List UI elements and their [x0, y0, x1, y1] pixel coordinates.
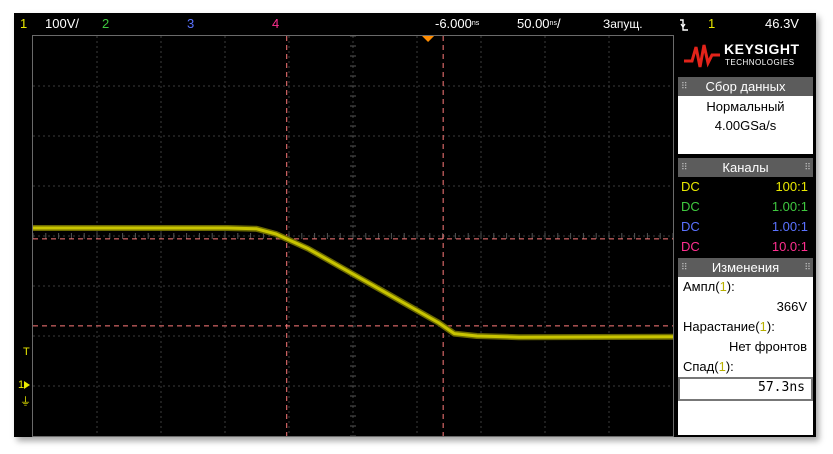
- status-bar: 1 100V/ 2 3 4 -6.000ns 50.00ns/ Запущ. 1…: [14, 13, 816, 35]
- oscilloscope-display: 1 100V/ 2 3 4 -6.000ns 50.00ns/ Запущ. 1…: [14, 13, 816, 437]
- trigger-level-marker-label: T: [23, 346, 30, 358]
- time-delay[interactable]: -6.000ns: [435, 13, 479, 35]
- acquisition-header-label: Сбор данных: [705, 79, 786, 94]
- label-text: ):: [766, 319, 775, 334]
- acquisition-info[interactable]: Нормальный 4.00GSa/s: [678, 96, 813, 154]
- keysight-logo-icon: [684, 44, 720, 68]
- probe-ratio: 100:1: [775, 179, 808, 194]
- ground-icon: ⏚: [20, 396, 31, 408]
- channel-row-2[interactable]: DC 1.00:1: [678, 197, 813, 217]
- waveform-graticule[interactable]: T 1 ⏚: [18, 35, 674, 437]
- channel-coupling: DC: [681, 219, 700, 234]
- drag-handle-icon: ⠿: [804, 162, 811, 172]
- acquisition-mode: Нормальный: [706, 99, 785, 114]
- measurements-header-label: Изменения: [711, 260, 780, 275]
- time-delay-unit: ns: [471, 20, 480, 27]
- ground-reference-marker[interactable]: 1: [18, 379, 31, 391]
- channel-coupling: DC: [681, 179, 700, 194]
- probe-ratio: 10.0:1: [771, 239, 808, 254]
- channel-row-3[interactable]: DC 1.00:1: [678, 217, 813, 237]
- trigger-level[interactable]: 46.3V: [765, 13, 799, 35]
- channel-row-4[interactable]: DC 10.0:1: [678, 237, 813, 257]
- drag-handle-icon: ⠿: [681, 81, 688, 91]
- label-text: Нарастание(: [683, 319, 760, 334]
- measurement-value-fall-box[interactable]: 57.3ns: [678, 377, 813, 401]
- measurements-list: Ампл(1): 366V Нарастание(1): Нет фронтов…: [678, 277, 813, 435]
- label-text: ):: [726, 279, 735, 294]
- time-scale[interactable]: 50.00ns/: [517, 13, 561, 35]
- measurement-value-rise: Нет фронтов: [728, 339, 807, 354]
- time-scale-value: 50.00: [517, 16, 550, 31]
- ch4-number[interactable]: 4: [272, 13, 279, 35]
- measurement-label-fall[interactable]: Спад(1):: [683, 359, 734, 374]
- channel-number: 1: [759, 319, 767, 334]
- channel-coupling: DC: [681, 199, 700, 214]
- ch2-number[interactable]: 2: [102, 13, 109, 35]
- acquisition-header[interactable]: ⠿ Сбор данных: [678, 77, 813, 96]
- channels-header[interactable]: ⠿ Каналы ⠿: [678, 158, 813, 177]
- measurement-value-amplitude: 366V: [776, 299, 807, 314]
- run-state[interactable]: Запущ.: [603, 13, 643, 35]
- channel-number: 1: [719, 279, 727, 294]
- label-text: ):: [725, 359, 734, 374]
- drag-handle-icon: ⠿: [804, 262, 811, 272]
- probe-ratio: 1.00:1: [771, 219, 808, 234]
- label-text: Спад(: [683, 359, 719, 374]
- drag-handle-icon: ⠿: [681, 262, 688, 272]
- side-panel: KEYSIGHT TECHNOLOGIES ⠿ Сбор данных Норм…: [678, 35, 813, 435]
- time-scale-unit: ns: [549, 20, 557, 27]
- brand-area: KEYSIGHT TECHNOLOGIES: [678, 35, 813, 76]
- probe-ratio: 1.00:1: [771, 199, 808, 214]
- label-text: Ампл(: [683, 279, 720, 294]
- ch3-number[interactable]: 3: [187, 13, 194, 35]
- trigger-falling-edge-icon[interactable]: [679, 13, 689, 35]
- time-delay-value: -6.000: [435, 16, 472, 31]
- drag-handle-icon: ⠿: [681, 162, 688, 172]
- measurement-label-rise[interactable]: Нарастание(1):: [683, 319, 775, 334]
- brand-name: KEYSIGHT: [724, 41, 800, 57]
- measurement-value-fall: 57.3ns: [758, 380, 805, 395]
- trigger-channel[interactable]: 1: [708, 13, 715, 35]
- trigger-level-marker[interactable]: T: [23, 346, 30, 358]
- channel-row-1[interactable]: DC 100:1: [678, 177, 813, 197]
- measurements-header[interactable]: ⠿ Изменения ⠿: [678, 258, 813, 277]
- ch1-number[interactable]: 1: [20, 13, 27, 35]
- ch1-scale[interactable]: 100V/: [45, 13, 79, 35]
- measurement-label-amplitude[interactable]: Ампл(1):: [683, 279, 735, 294]
- brand-sub: TECHNOLOGIES: [725, 58, 795, 67]
- channels-header-label: Каналы: [722, 160, 769, 175]
- channel-number: 1: [718, 359, 726, 374]
- sample-rate: 4.00GSa/s: [714, 118, 777, 133]
- channel-coupling: DC: [681, 239, 700, 254]
- ground-arrow-icon: [24, 381, 31, 390]
- waveform-plot: [33, 36, 673, 436]
- trigger-position-marker: [422, 36, 435, 42]
